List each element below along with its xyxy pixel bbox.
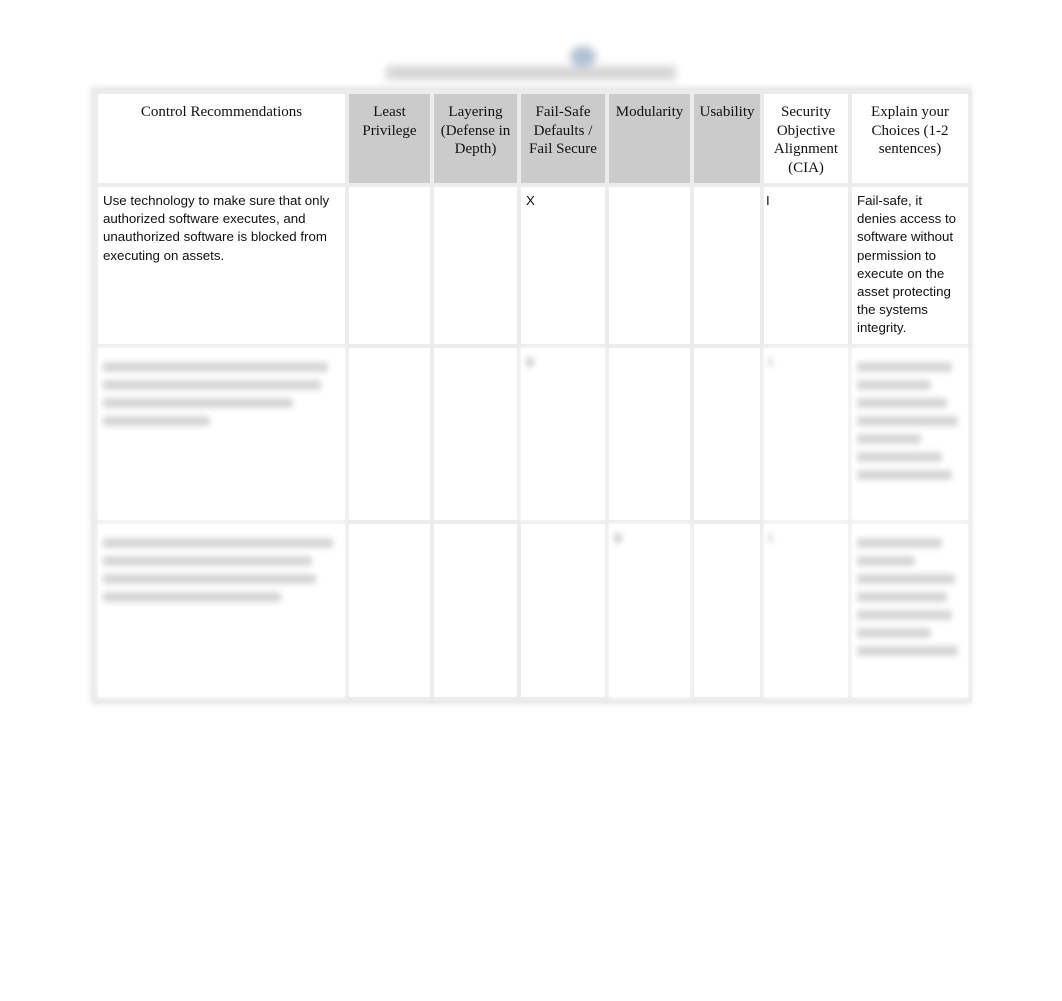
document-title-obscured xyxy=(380,46,680,84)
header-fail-safe: Fail-Safe Defaults / Fail Secure xyxy=(517,90,609,187)
cell-cia[interactable]: I xyxy=(760,183,852,348)
header-explanation: Explain your Choices (1-2 sentences) xyxy=(848,90,972,187)
cell-empty xyxy=(690,343,764,524)
cell-control[interactable]: Use technology to make sure that only au… xyxy=(94,183,349,348)
cell-mark-obscured xyxy=(760,519,852,701)
header-layering: Layering (Defense in Depth) xyxy=(430,90,521,187)
cell-empty xyxy=(690,519,764,701)
cell-empty xyxy=(345,343,434,524)
logo-icon xyxy=(570,46,596,68)
cell-empty xyxy=(345,519,434,701)
cell-empty xyxy=(605,343,694,524)
cell-modularity[interactable] xyxy=(605,183,694,348)
table-row-obscured xyxy=(94,519,972,701)
cell-empty xyxy=(430,519,521,701)
cell-layering[interactable] xyxy=(430,183,521,348)
table-row-obscured xyxy=(94,343,972,524)
table-row: Use technology to make sure that only au… xyxy=(94,183,972,348)
cell-fail-safe[interactable]: X xyxy=(517,183,609,348)
cell-explanation[interactable]: Fail-safe, it denies access to software … xyxy=(848,183,972,348)
cell-mark-obscured xyxy=(760,343,852,524)
cell-explanation-obscured xyxy=(848,519,972,701)
cell-mark-obscured xyxy=(517,343,609,524)
header-cia-alignment: Security Objective Alignment (CIA) xyxy=(760,90,852,187)
cell-empty xyxy=(517,519,609,701)
table-header-row: Control Recommendations Least Privilege … xyxy=(94,90,972,187)
header-control-recommendations: Control Recommendations xyxy=(94,90,349,187)
security-controls-table: Control Recommendations Least Privilege … xyxy=(94,90,972,701)
cell-explanation-obscured xyxy=(848,343,972,524)
blurred-title-text xyxy=(386,66,676,80)
cell-empty xyxy=(430,343,521,524)
header-modularity: Modularity xyxy=(605,90,694,187)
header-least-privilege: Least Privilege xyxy=(345,90,434,187)
cell-control-obscured xyxy=(94,519,349,701)
cell-control-obscured xyxy=(94,343,349,524)
cell-mark-obscured xyxy=(605,519,694,701)
header-usability: Usability xyxy=(690,90,764,187)
cell-usability[interactable] xyxy=(690,183,764,348)
cell-least-privilege[interactable] xyxy=(345,183,434,348)
